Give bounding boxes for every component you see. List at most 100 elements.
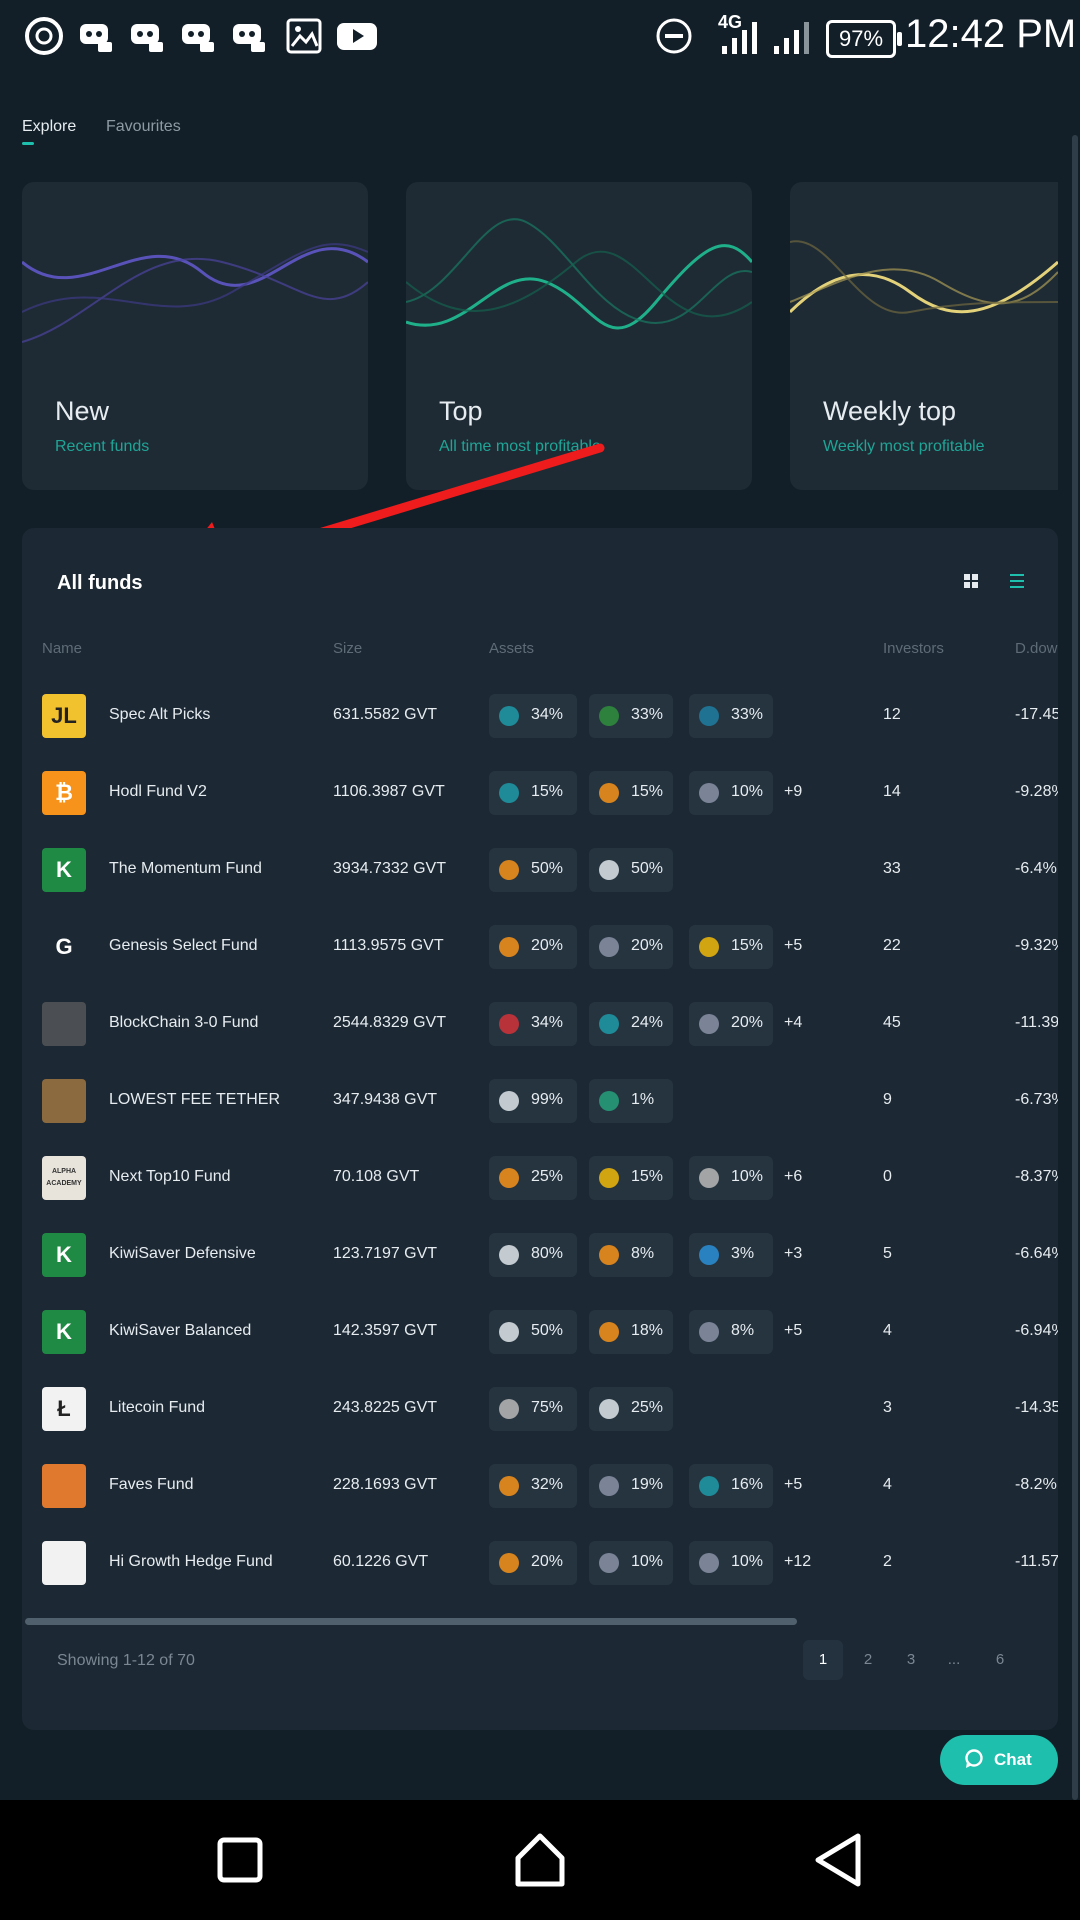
page-button[interactable]: 1 [803, 1640, 843, 1680]
fund-name[interactable]: Hodl Fund V2 [109, 783, 207, 801]
fund-name[interactable]: Spec Alt Picks [109, 706, 210, 724]
table-row[interactable]: ₿ Hodl Fund V2 1106.3987 GVT 15% 15% 10% +9 14 -… [22, 757, 1058, 834]
asset-chip[interactable]: 1% [589, 1079, 673, 1123]
fund-size: 60.1226 GVT [333, 1553, 429, 1570]
asset-chip[interactable]: 24% [589, 1002, 673, 1046]
table-row[interactable]: Faves Fund 228.1693 GVT 32% 19% 16% +5 4 -8.2% [22, 1450, 1058, 1527]
column-header-size[interactable]: Size [333, 640, 362, 657]
page-button[interactable]: 3 [891, 1640, 931, 1680]
asset-chip[interactable]: 50% [489, 1310, 577, 1354]
asset-chip[interactable]: 15% [589, 1156, 673, 1200]
asset-chip[interactable]: 15% [589, 771, 673, 815]
asset-chip[interactable]: 10% [689, 1541, 773, 1585]
fund-name[interactable]: The Momentum Fund [109, 860, 262, 878]
more-assets-count[interactable]: +3 [784, 1245, 802, 1263]
tab-explore[interactable]: Explore [22, 118, 76, 136]
table-row[interactable]: JL Spec Alt Picks 631.5582 GVT 34% 33% 33% 12 -… [22, 680, 1058, 757]
asset-percent: 33% [631, 706, 664, 723]
asset-chip[interactable]: 18% [589, 1310, 673, 1354]
fund-name[interactable]: BlockChain 3-0 Fund [109, 1014, 258, 1032]
asset-chip[interactable]: 10% [589, 1541, 673, 1585]
asset-chip[interactable]: 99% [489, 1079, 577, 1123]
asset-icon [699, 1168, 719, 1188]
fund-name[interactable]: Faves Fund [109, 1476, 193, 1494]
more-assets-count[interactable]: +4 [784, 1014, 802, 1032]
fund-name[interactable]: KiwiSaver Defensive [109, 1245, 256, 1263]
table-row[interactable]: G Genesis Select Fund 1113.9575 GVT 20% 20% 1… [22, 911, 1058, 988]
fund-name[interactable]: LOWEST FEE TETHER [109, 1091, 280, 1109]
asset-chip[interactable]: 20% [589, 925, 673, 969]
more-assets-count[interactable]: +9 [784, 783, 802, 801]
table-row[interactable]: K KiwiSaver Balanced 142.3597 GVT 50% 18% 8% +… [22, 1296, 1058, 1373]
asset-chip[interactable]: 32% [489, 1464, 577, 1508]
asset-percent: 99% [531, 1091, 564, 1108]
asset-chip[interactable]: 15% [689, 925, 773, 969]
drawdown-value: -8.2% [1015, 1476, 1057, 1493]
table-row[interactable]: LOWEST FEE TETHER 347.9438 GVT 99% 1% 9 -6.73… [22, 1065, 1058, 1142]
column-header-drawdown[interactable]: D.dow [1015, 640, 1058, 657]
asset-chip[interactable]: 25% [489, 1156, 577, 1200]
more-assets-count[interactable]: +6 [784, 1168, 802, 1186]
table-row[interactable]: K KiwiSaver Defensive 123.7197 GVT 80% 8% 3% +… [22, 1219, 1058, 1296]
asset-icon [699, 1476, 719, 1496]
more-assets-count[interactable]: +5 [784, 937, 802, 955]
asset-chip[interactable]: 33% [589, 694, 673, 738]
fund-avatar: ALPHA ACADEMY [42, 1156, 86, 1200]
fund-name[interactable]: Hi Growth Hedge Fund [109, 1553, 273, 1571]
vertical-scrollbar[interactable] [1072, 135, 1078, 1800]
asset-icon [499, 1476, 519, 1496]
more-assets-count[interactable]: +12 [784, 1553, 811, 1571]
tab-favourites[interactable]: Favourites [106, 118, 181, 136]
investors-count: 22 [883, 937, 901, 954]
discord-icon [80, 24, 112, 52]
card-weekly-top[interactable]: Weekly top Weekly most profitable [790, 182, 1058, 490]
asset-chip[interactable]: 80% [489, 1233, 577, 1277]
asset-chip[interactable]: 8% [689, 1310, 773, 1354]
asset-chip[interactable]: 20% [689, 1002, 773, 1046]
asset-chip[interactable]: 15% [489, 771, 577, 815]
fund-name[interactable]: Litecoin Fund [109, 1399, 205, 1417]
list-view-icon[interactable] [1008, 572, 1026, 590]
home-button-icon[interactable] [508, 1828, 572, 1892]
asset-chip[interactable]: 50% [589, 848, 673, 892]
table-row[interactable]: BlockChain 3-0 Fund 2544.8329 GVT 34% 24% 20… [22, 988, 1058, 1065]
asset-percent: 32% [531, 1476, 564, 1493]
table-row[interactable]: Hi Growth Hedge Fund 60.1226 GVT 20% 10% 10%… [22, 1527, 1058, 1604]
asset-chip[interactable]: 75% [489, 1387, 577, 1431]
fund-name[interactable]: Genesis Select Fund [109, 937, 258, 955]
page-button[interactable]: 2 [848, 1640, 888, 1680]
fund-name[interactable]: Next Top10 Fund [109, 1168, 231, 1186]
asset-chip[interactable]: 16% [689, 1464, 773, 1508]
table-row[interactable]: K The Momentum Fund 3934.7332 GVT 50% 50% 33 -… [22, 834, 1058, 911]
page-button[interactable]: 6 [980, 1640, 1020, 1680]
asset-chip[interactable]: 10% [689, 1156, 773, 1200]
table-row[interactable]: ALPHA ACADEMY Next Top10 Fund 70.108 GVT 25… [22, 1142, 1058, 1219]
asset-chip[interactable]: 19% [589, 1464, 673, 1508]
asset-percent: 8% [731, 1322, 755, 1339]
asset-chip[interactable]: 50% [489, 848, 577, 892]
asset-chip[interactable]: 8% [589, 1233, 673, 1277]
asset-chip[interactable]: 34% [489, 1002, 577, 1046]
grid-view-icon[interactable] [964, 574, 978, 588]
page-button[interactable]: ... [934, 1640, 974, 1680]
recents-button-icon[interactable] [208, 1828, 272, 1892]
table-row[interactable]: Ł Litecoin Fund 243.8225 GVT 75% 25% 3 -14.35 [22, 1373, 1058, 1450]
asset-chip[interactable]: 33% [689, 694, 773, 738]
asset-chip[interactable]: 20% [489, 1541, 577, 1585]
asset-icon [499, 783, 519, 803]
chat-button[interactable]: Chat [940, 1735, 1058, 1785]
asset-chip[interactable]: 34% [489, 694, 577, 738]
fund-size: 1113.9575 GVT [333, 937, 444, 954]
asset-icon [499, 937, 519, 957]
horizontal-scrollbar[interactable] [25, 1618, 797, 1625]
column-header-investors[interactable]: Investors [883, 640, 944, 657]
back-button-icon[interactable] [806, 1828, 870, 1892]
more-assets-count[interactable]: +5 [784, 1476, 802, 1494]
asset-chip[interactable]: 3% [689, 1233, 773, 1277]
asset-chip[interactable]: 25% [589, 1387, 673, 1431]
more-assets-count[interactable]: +5 [784, 1322, 802, 1340]
column-header-name[interactable]: Name [42, 640, 82, 657]
asset-chip[interactable]: 10% [689, 771, 773, 815]
fund-name[interactable]: KiwiSaver Balanced [109, 1322, 251, 1340]
asset-chip[interactable]: 20% [489, 925, 577, 969]
